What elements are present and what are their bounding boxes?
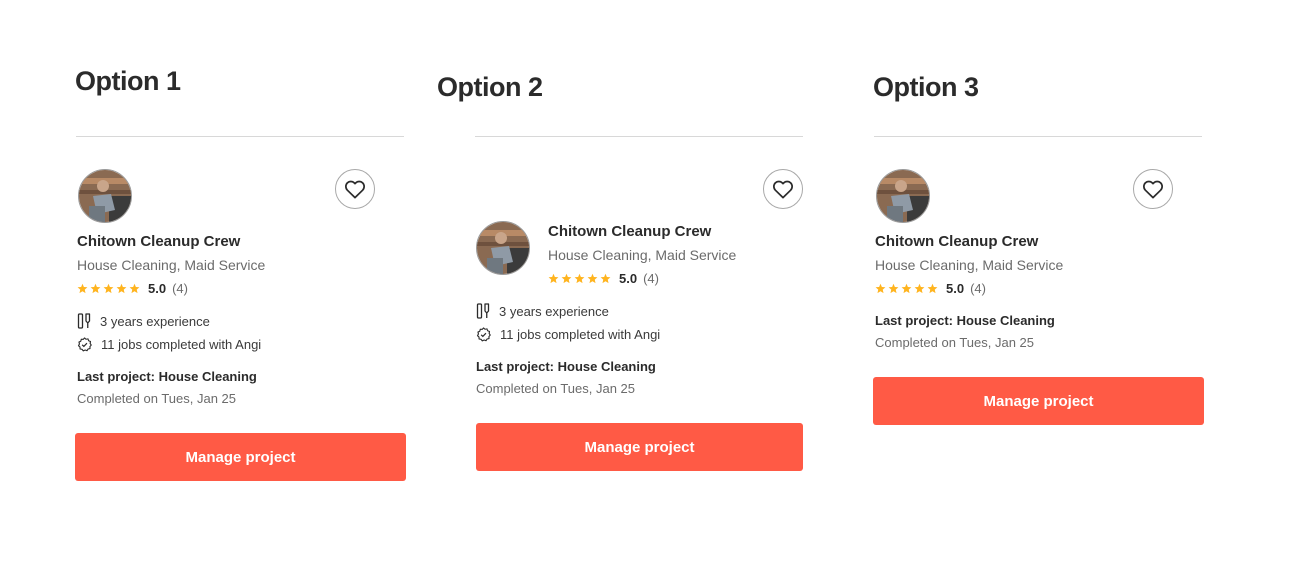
heart-icon	[1143, 180, 1163, 199]
last-project: Last project: House Cleaning	[476, 359, 656, 374]
tools-icon	[476, 303, 490, 319]
last-project: Last project: House Cleaning	[77, 369, 257, 384]
pro-name[interactable]: Chitown Cleanup Crew	[875, 233, 1038, 250]
last-project: Last project: House Cleaning	[875, 313, 1055, 328]
experience-text: 3 years experience	[499, 303, 609, 319]
divider	[76, 136, 404, 137]
rating-row: 5.0 (4)	[77, 281, 188, 296]
pro-avatar	[476, 221, 530, 275]
star-rating	[875, 283, 938, 294]
star-icon	[927, 283, 938, 294]
favorite-button[interactable]	[1133, 169, 1173, 209]
manage-project-button[interactable]: Manage project	[75, 433, 406, 481]
jobs-text: 11 jobs completed with Angi	[500, 327, 661, 342]
star-icon	[888, 283, 899, 294]
heart-icon	[773, 180, 793, 199]
star-icon	[561, 273, 572, 284]
completed-date: Completed on Tues, Jan 25	[875, 335, 1034, 350]
star-rating	[548, 273, 611, 284]
rating-score: 5.0	[148, 281, 167, 296]
pro-avatar	[78, 169, 132, 223]
divider	[874, 136, 1202, 137]
pro-categories: House Cleaning, Maid Service	[548, 247, 737, 263]
favorite-button[interactable]	[335, 169, 375, 209]
star-icon	[90, 283, 101, 294]
star-icon	[914, 283, 925, 294]
manage-project-button[interactable]: Manage project	[873, 377, 1204, 425]
divider	[475, 136, 803, 137]
experience-text: 3 years experience	[100, 313, 210, 329]
star-icon	[116, 283, 127, 294]
jobs-row: 11 jobs completed with Angi	[476, 327, 660, 342]
star-icon	[548, 273, 559, 284]
completed-date: Completed on Tues, Jan 25	[77, 391, 236, 406]
rating-score: 5.0	[946, 281, 965, 296]
rating-score: 5.0	[619, 271, 638, 286]
experience-row: 3 years experience	[77, 313, 210, 329]
star-icon	[901, 283, 912, 294]
favorite-button[interactable]	[763, 169, 803, 209]
star-icon	[574, 273, 585, 284]
verified-badge-icon	[476, 327, 491, 342]
review-count[interactable]: (4)	[643, 271, 659, 286]
manage-project-button[interactable]: Manage project	[476, 423, 803, 471]
option-1-heading: Option 1	[75, 66, 181, 96]
pro-categories: House Cleaning, Maid Service	[875, 257, 1064, 273]
pro-name[interactable]: Chitown Cleanup Crew	[77, 233, 240, 250]
option-3-heading: Option 3	[873, 72, 979, 102]
star-icon	[875, 283, 886, 294]
rating-row: 5.0 (4)	[548, 271, 659, 286]
star-icon	[103, 283, 114, 294]
pro-name[interactable]: Chitown Cleanup Crew	[548, 223, 711, 240]
pro-categories: House Cleaning, Maid Service	[77, 257, 266, 273]
review-count[interactable]: (4)	[172, 281, 188, 296]
star-rating	[77, 283, 140, 294]
completed-date: Completed on Tues, Jan 25	[476, 381, 635, 396]
experience-row: 3 years experience	[476, 303, 609, 319]
jobs-row: 11 jobs completed with Angi	[77, 337, 261, 352]
pro-avatar	[876, 169, 930, 223]
star-icon	[77, 283, 88, 294]
heart-icon	[345, 180, 365, 199]
tools-icon	[77, 313, 91, 329]
review-count[interactable]: (4)	[970, 281, 986, 296]
verified-badge-icon	[77, 337, 92, 352]
jobs-text: 11 jobs completed with Angi	[101, 337, 262, 352]
star-icon	[129, 283, 140, 294]
star-icon	[587, 273, 598, 284]
option-2-heading: Option 2	[437, 72, 543, 102]
star-icon	[600, 273, 611, 284]
rating-row: 5.0 (4)	[875, 281, 986, 296]
